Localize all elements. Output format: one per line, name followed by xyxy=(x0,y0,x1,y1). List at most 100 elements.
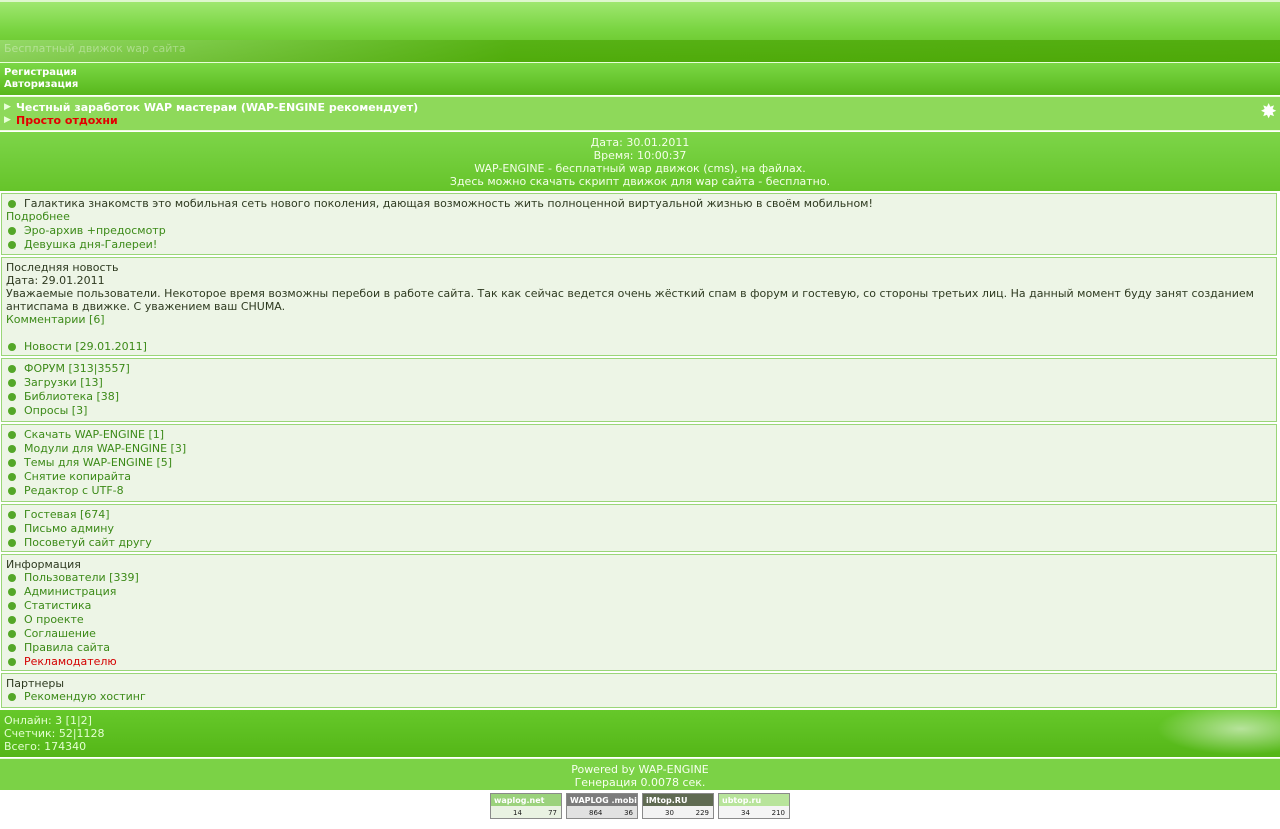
partners-heading: Партнеры xyxy=(6,677,65,690)
block-partners: Партнеры Рекомендую хостинг xyxy=(1,673,1277,708)
promo-row-relax[interactable]: ▶ Просто отдохни xyxy=(4,114,1276,127)
arrow-icon: ▶ xyxy=(4,115,11,125)
list-item[interactable]: Соглашение xyxy=(6,627,1272,641)
list-item[interactable]: Рекламодателю xyxy=(6,655,1272,669)
auth-bar: Регистрация Авторизация xyxy=(0,62,1280,95)
list-item[interactable]: Новости [29.01.2011] xyxy=(6,340,1272,354)
list-item[interactable]: Библиотека [38] xyxy=(6,390,1272,404)
list-item[interactable]: Снятие копирайта xyxy=(6,470,1272,484)
counter-value: 210 xyxy=(771,809,785,817)
agreement-link[interactable]: Соглашение xyxy=(24,627,96,641)
downloads-link[interactable]: Загрузки [13] xyxy=(24,376,103,390)
list-item[interactable]: Эро-архив +предосмотр xyxy=(6,224,1272,238)
list-item[interactable]: ФОРУМ [313|3557] xyxy=(6,362,1272,376)
list-item[interactable]: Девушка дня-Галереи! xyxy=(6,238,1272,252)
galaxy-text[interactable]: Галактика знакомств это мобильная сеть н… xyxy=(24,197,873,210)
list-item[interactable]: Письмо админу xyxy=(6,522,1272,536)
list-item[interactable]: Статистика xyxy=(6,599,1272,613)
bullet-icon xyxy=(8,616,16,624)
list-item[interactable]: Администрация xyxy=(6,585,1272,599)
promo-bar: ▶ Честный заработок WAP мастерам (WAP-EN… xyxy=(0,96,1280,131)
block-news: Последняя новость Дата: 29.01.2011 Уважа… xyxy=(1,257,1277,356)
list-item[interactable]: Подробнее xyxy=(6,210,1272,224)
stats-bar: Онлайн: 3 [1|2] Счетчик: 52|1128 Всего: … xyxy=(0,710,1280,757)
list-item[interactable]: Скачать WAP-ENGINE [1] xyxy=(6,428,1272,442)
girl-of-day-link[interactable]: Девушка дня-Галереи! xyxy=(24,238,157,252)
list-item[interactable]: О проекте xyxy=(6,613,1272,627)
generation-time: Генерация 0.0078 сек. xyxy=(574,776,706,789)
bullet-icon xyxy=(8,511,16,519)
statistics-link[interactable]: Статистика xyxy=(24,599,91,613)
promo-link-relax[interactable]: Просто отдохни xyxy=(16,114,118,127)
mail-admin-link[interactable]: Письмо админу xyxy=(24,522,114,536)
bullet-icon xyxy=(8,487,16,495)
hosting-link[interactable]: Рекомендую хостинг xyxy=(24,690,146,704)
bullet-icon xyxy=(8,365,16,373)
bullet-icon xyxy=(8,227,16,235)
news-archive-link[interactable]: Новости [29.01.2011] xyxy=(24,340,147,354)
arrow-icon: ▶ xyxy=(4,102,11,112)
tagline: WAP-ENGINE - бесплатный wap движок (cms)… xyxy=(474,162,806,175)
utf8-editor-link[interactable]: Редактор с UTF-8 xyxy=(24,484,124,498)
waplog-mobi-counter[interactable]: WAPLOG .mobi 864 36 xyxy=(566,793,638,819)
list-item[interactable]: Редактор с UTF-8 xyxy=(6,484,1272,498)
list-item[interactable]: Пользователи [339] xyxy=(6,571,1272,585)
library-link[interactable]: Библиотека [38] xyxy=(24,390,119,404)
bullet-icon xyxy=(8,588,16,596)
info-bar: Дата: 30.01.2011 Время: 10:00:37 WAP-ENG… xyxy=(0,132,1280,191)
about-link[interactable]: О проекте xyxy=(24,613,84,627)
promo-row-earnings[interactable]: ▶ Честный заработок WAP мастерам (WAP-EN… xyxy=(4,101,1276,114)
bullet-icon xyxy=(8,644,16,652)
bullet-icon xyxy=(8,241,16,249)
imtop-counter[interactable]: iMtop.RU 30 229 xyxy=(642,793,714,819)
list-item[interactable]: Гостевая [674] xyxy=(6,508,1272,522)
guestbook-link[interactable]: Гостевая [674] xyxy=(24,508,110,522)
list-item[interactable]: Опросы [3] xyxy=(6,404,1272,418)
site-header: Бесплатный движок wap сайта xyxy=(0,0,1280,62)
list-item[interactable]: Комментарии [6] xyxy=(6,313,1272,327)
polls-link[interactable]: Опросы [3] xyxy=(24,404,87,418)
waplog-counter[interactable]: waplog.net 14 77 xyxy=(490,793,562,819)
current-date: Дата: 30.01.2011 xyxy=(590,136,690,149)
bullet-icon xyxy=(8,343,16,351)
recommend-site-link[interactable]: Посоветуй сайт другу xyxy=(24,536,152,550)
promo-link-earnings[interactable]: Честный заработок WAP мастерам (WAP-ENGI… xyxy=(16,101,418,114)
list-item[interactable]: Галактика знакомств это мобильная сеть н… xyxy=(6,197,1272,210)
list-item[interactable]: Модули для WAP-ENGINE [3] xyxy=(6,442,1272,456)
list-item[interactable]: Посоветуй сайт другу xyxy=(6,536,1272,550)
bullet-icon xyxy=(8,602,16,610)
bullet-icon xyxy=(8,693,16,701)
list-item[interactable]: Рекомендую хостинг xyxy=(6,690,1272,704)
advertiser-link[interactable]: Рекламодателю xyxy=(24,655,117,669)
more-link[interactable]: Подробнее xyxy=(6,210,70,224)
online-count[interactable]: Онлайн: 3 [1|2] xyxy=(4,714,1276,727)
bullet-icon xyxy=(8,473,16,481)
modules-link[interactable]: Модули для WAP-ENGINE [3] xyxy=(24,442,186,456)
download-engine-link[interactable]: Скачать WAP-ENGINE [1] xyxy=(24,428,164,442)
total-count: Всего: 174340 xyxy=(4,740,87,753)
list-item[interactable]: Загрузки [13] xyxy=(6,376,1272,390)
bullet-icon xyxy=(8,630,16,638)
bullet-icon xyxy=(8,431,16,439)
users-link[interactable]: Пользователи [339] xyxy=(24,571,139,585)
bullet-icon xyxy=(8,525,16,533)
news-text: Уважаемые пользователи. Некоторое время … xyxy=(6,287,1254,313)
block-sections: ФОРУМ [313|3557] Загрузки [13] Библиотек… xyxy=(1,358,1277,422)
themes-link[interactable]: Темы для WAP-ENGINE [5] xyxy=(24,456,172,470)
list-item[interactable]: Правила сайта xyxy=(6,641,1272,655)
login-link[interactable]: Авторизация xyxy=(4,79,1276,91)
block-information: Информация Пользователи [339] Администра… xyxy=(1,554,1277,671)
forum-link[interactable]: ФОРУМ [313|3557] xyxy=(24,362,130,376)
ubtop-counter[interactable]: ubtop.ru 34 210 xyxy=(718,793,790,819)
ero-archive-link[interactable]: Эро-архив +предосмотр xyxy=(24,224,166,238)
counter-value: 229 xyxy=(695,809,709,817)
list-item[interactable]: Темы для WAP-ENGINE [5] xyxy=(6,456,1272,470)
copyright-removal-link[interactable]: Снятие копирайта xyxy=(24,470,131,484)
news-heading: Последняя новость xyxy=(6,261,119,274)
rules-link[interactable]: Правила сайта xyxy=(24,641,110,655)
header-stripe xyxy=(0,40,1280,62)
administration-link[interactable]: Администрация xyxy=(24,585,116,599)
register-link[interactable]: Регистрация xyxy=(4,67,1276,79)
comments-link[interactable]: Комментарии [6] xyxy=(6,313,105,327)
